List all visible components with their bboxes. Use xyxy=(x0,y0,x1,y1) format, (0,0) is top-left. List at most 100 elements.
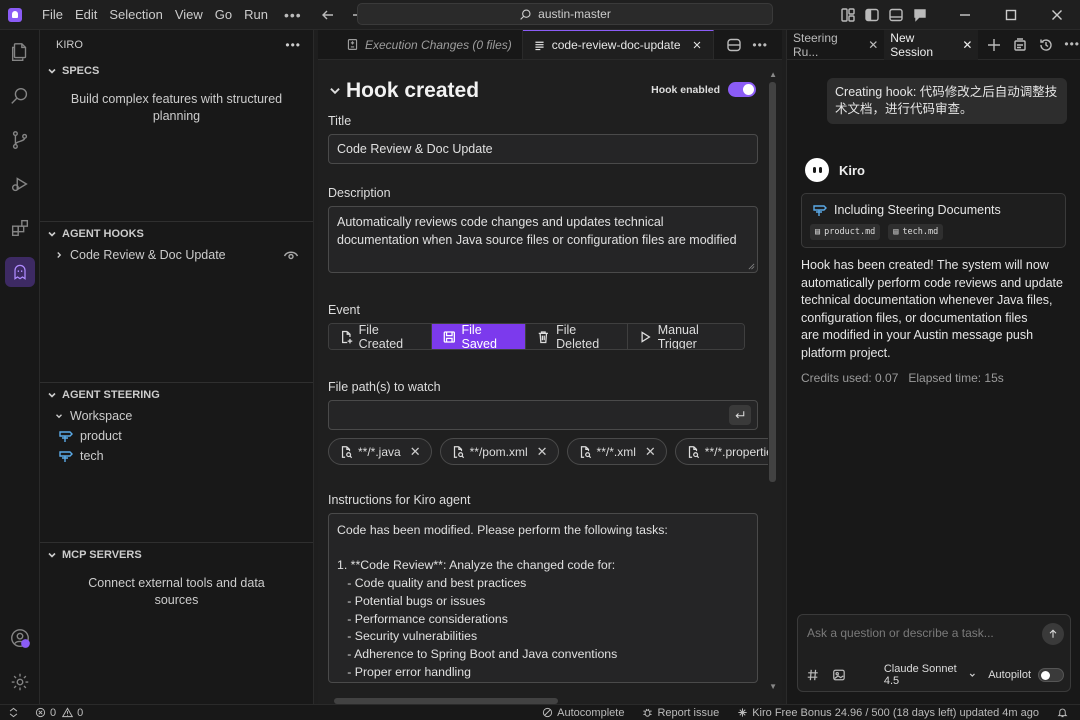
maximize-button[interactable] xyxy=(988,0,1034,30)
session-list-icon[interactable] xyxy=(1012,37,1028,53)
steering-folder-workspace[interactable]: Workspace xyxy=(40,406,313,426)
more-menu-icon[interactable]: ••• xyxy=(274,7,312,23)
menu-file[interactable]: File xyxy=(36,0,69,30)
path-input[interactable] xyxy=(328,400,758,430)
assistant-reply: Hook has been created! The system will n… xyxy=(801,258,1063,360)
specs-header[interactable]: SPECS xyxy=(40,60,313,82)
mcp-servers-header[interactable]: MCP SERVERS xyxy=(40,544,313,566)
status-bar: 0 0 Autocomplete Report issue Kiro Free … xyxy=(0,704,1080,720)
scroll-down-icon[interactable]: ▼ xyxy=(769,682,777,691)
event-manual-trigger[interactable]: Manual Trigger xyxy=(628,324,744,349)
steering-item-product[interactable]: product xyxy=(40,426,313,446)
assistant-header: Kiro xyxy=(805,158,865,182)
resize-grip-icon[interactable] xyxy=(748,263,755,270)
chevron-down-icon xyxy=(48,231,56,237)
send-button[interactable] xyxy=(1042,623,1064,645)
title-input[interactable]: Code Review & Doc Update xyxy=(328,134,758,164)
path-chip-label: **/*.properties xyxy=(704,444,768,459)
paths-label: File path(s) to watch xyxy=(328,380,441,394)
tab-code-review-doc-update[interactable]: code-review-doc-update xyxy=(522,30,714,59)
hook-form: Hook created Hook enabled Title Code Rev… xyxy=(328,72,768,683)
steering-docs-card: Including Steering Documents ▤ product.m… xyxy=(801,193,1066,248)
chat-tab-steering[interactable]: Steering Ru... ✕ xyxy=(787,30,884,60)
tab-execution-changes[interactable]: Execution Changes (0 files) xyxy=(318,30,523,59)
add-path-button[interactable] xyxy=(729,405,751,425)
search-activity[interactable] xyxy=(0,74,40,118)
remote-icon[interactable] xyxy=(8,707,19,718)
sidebar-title: KIRO xyxy=(56,39,83,51)
source-control-activity[interactable] xyxy=(0,118,40,162)
event-selector: File Created File Saved File Deleted Man… xyxy=(328,323,745,350)
image-icon[interactable] xyxy=(832,667,846,683)
files-icon xyxy=(11,43,27,61)
sidebar-more-icon[interactable]: ••• xyxy=(285,38,301,52)
chat-tab-new-session[interactable]: New Session ✕ xyxy=(884,29,979,60)
chat-input-box[interactable]: Ask a question or describe a task... Cla… xyxy=(797,614,1071,692)
vertical-scrollbar[interactable] xyxy=(769,82,776,482)
autopilot-toggle[interactable] xyxy=(1038,668,1064,682)
event-file-deleted[interactable]: File Deleted xyxy=(526,324,629,349)
remove-chip-icon[interactable]: ✕ xyxy=(645,444,656,460)
file-search-icon xyxy=(453,445,464,458)
agent-hooks-section: AGENT HOOKS Code Review & Doc Update xyxy=(40,221,313,381)
menu-edit[interactable]: Edit xyxy=(69,0,103,30)
menu-run[interactable]: Run xyxy=(238,0,274,30)
scroll-up-icon[interactable]: ▲ xyxy=(769,70,777,79)
event-file-saved[interactable]: File Saved xyxy=(431,324,527,349)
toggle-panel-icon[interactable] xyxy=(888,7,904,23)
plus-icon[interactable] xyxy=(986,37,1002,53)
doc-chip-label: tech.md xyxy=(902,227,939,237)
instructions-textarea[interactable]: Code has been modified. Please perform t… xyxy=(328,513,758,683)
extensions-activity[interactable] xyxy=(0,206,40,250)
menu-go[interactable]: Go xyxy=(209,0,238,30)
autocomplete-status[interactable]: Autocomplete xyxy=(542,707,624,719)
hook-enabled-toggle[interactable] xyxy=(728,82,756,97)
description-textarea[interactable]: Automatically reviews code changes and u… xyxy=(328,206,758,273)
event-file-created[interactable]: File Created xyxy=(329,324,432,349)
menu-view[interactable]: View xyxy=(169,0,209,30)
editor-more-icon[interactable]: ••• xyxy=(752,38,768,52)
toggle-sidebar-icon[interactable] xyxy=(864,7,880,23)
doc-chip-product[interactable]: ▤ product.md xyxy=(810,224,881,240)
file-lines-icon xyxy=(535,41,544,50)
sparkle-icon xyxy=(738,708,747,717)
problems-indicator[interactable]: 0 0 xyxy=(35,707,83,719)
bell-icon[interactable] xyxy=(1057,707,1068,718)
history-icon[interactable] xyxy=(1038,37,1054,53)
settings-activity[interactable] xyxy=(0,660,40,704)
eye-icon[interactable] xyxy=(283,247,299,263)
close-window-button[interactable] xyxy=(1034,0,1080,30)
hash-icon[interactable] xyxy=(806,667,820,683)
layout-grid-icon[interactable] xyxy=(840,7,856,23)
command-center[interactable]: austin-master xyxy=(357,3,773,25)
split-editor-icon[interactable] xyxy=(726,37,742,53)
chevron-down-icon[interactable] xyxy=(328,84,342,98)
autocomplete-off-icon xyxy=(543,707,553,718)
close-tab-icon[interactable]: ✕ xyxy=(868,38,878,52)
bonus-status[interactable]: Kiro Free Bonus 24.96 / 500 (18 days lef… xyxy=(737,707,1039,719)
back-arrow-icon[interactable] xyxy=(320,7,336,23)
remove-chip-icon[interactable]: ✕ xyxy=(410,444,421,460)
chat-bubble-icon[interactable] xyxy=(912,7,928,23)
remove-chip-icon[interactable]: ✕ xyxy=(537,444,548,460)
event-label-text: Manual Trigger xyxy=(657,323,699,350)
save-icon xyxy=(443,330,455,343)
kiro-activity[interactable] xyxy=(0,250,40,294)
minimize-button[interactable] xyxy=(942,0,988,30)
file-search-icon xyxy=(580,445,591,458)
path-chip: **/*.java ✕ xyxy=(328,438,432,465)
explorer-activity[interactable] xyxy=(0,30,40,74)
hook-item[interactable]: Code Review & Doc Update xyxy=(40,245,313,265)
chat-more-icon[interactable]: ••• xyxy=(1064,37,1080,53)
menu-selection[interactable]: Selection xyxy=(103,0,168,30)
steering-item-tech[interactable]: tech xyxy=(40,446,313,466)
close-tab-icon[interactable] xyxy=(691,39,703,51)
close-tab-icon[interactable]: ✕ xyxy=(962,38,972,52)
agent-hooks-header[interactable]: AGENT HOOKS xyxy=(40,223,313,245)
agent-steering-header[interactable]: AGENT STEERING xyxy=(40,384,313,406)
run-debug-activity[interactable] xyxy=(0,162,40,206)
model-selector[interactable]: Claude Sonnet 4.5 xyxy=(884,663,976,687)
doc-chip-tech[interactable]: ▤ tech.md xyxy=(888,224,944,240)
report-issue-button[interactable]: Report issue xyxy=(642,707,719,719)
account-activity[interactable] xyxy=(0,616,40,660)
